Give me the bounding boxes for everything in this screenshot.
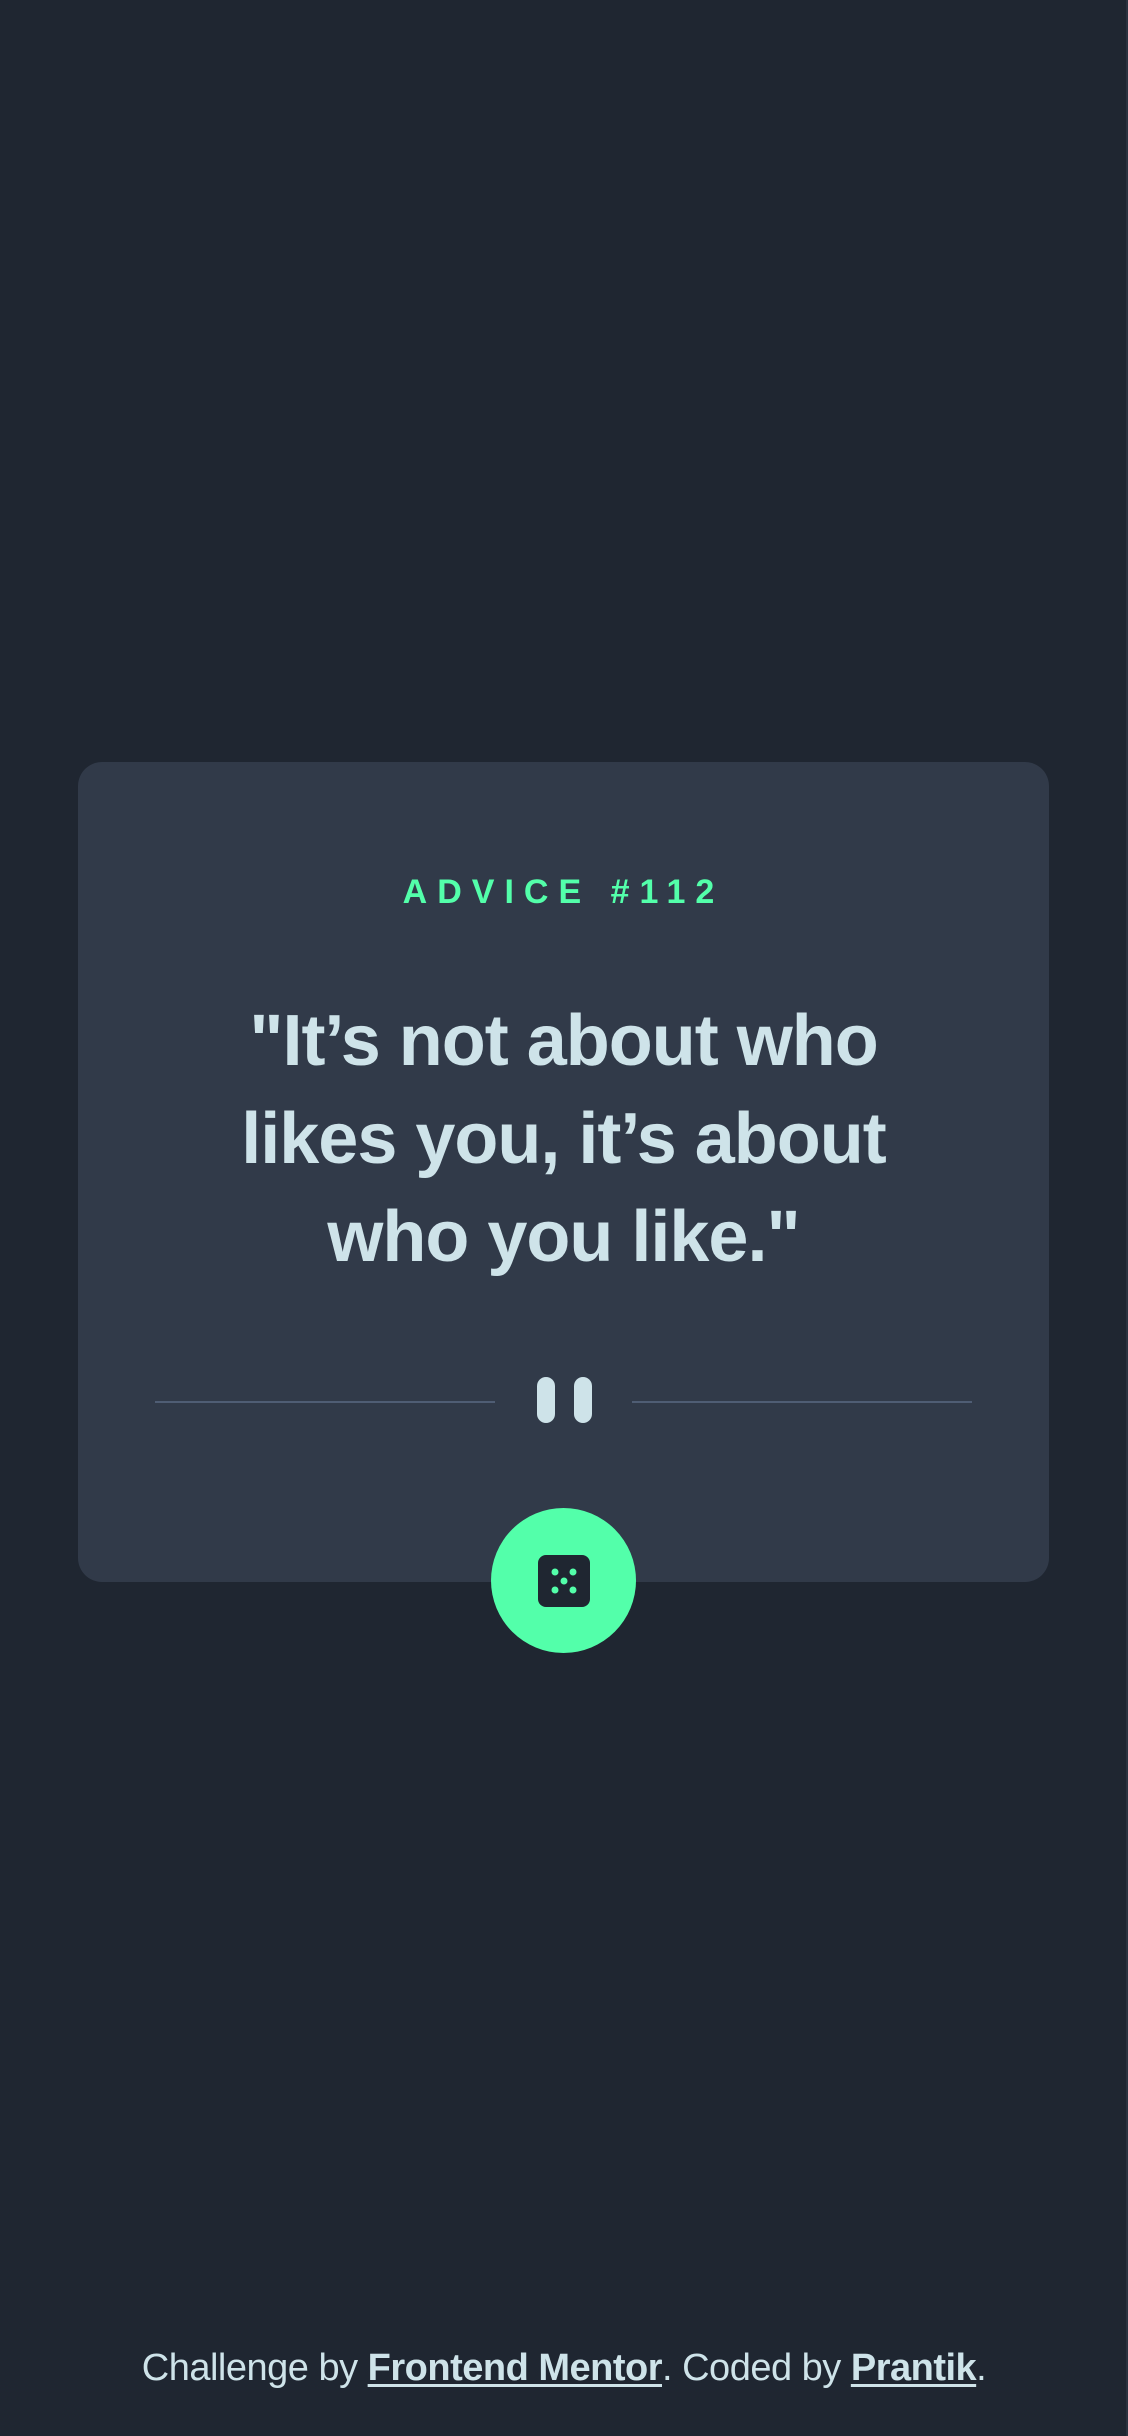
frontend-mentor-link[interactable]: Frontend Mentor bbox=[368, 2347, 663, 2389]
attribution-prefix: Challenge by bbox=[141, 2347, 368, 2389]
author-link[interactable]: Prantik bbox=[851, 2347, 977, 2389]
advice-id-label: ADVICE #112 bbox=[402, 873, 725, 911]
pause-icon bbox=[537, 1377, 592, 1423]
attribution: Challenge by Frontend Mentor. Coded by P… bbox=[0, 2344, 1128, 2392]
divider-line-left bbox=[155, 1401, 495, 1403]
advice-card: ADVICE #112 "It’s not about who likes yo… bbox=[78, 762, 1049, 1582]
divider bbox=[155, 1377, 972, 1427]
divider-line-right bbox=[632, 1401, 972, 1403]
attribution-middle: . Coded by bbox=[662, 2347, 851, 2389]
advice-quote: "It’s not about who likes you, it’s abou… bbox=[241, 1001, 886, 1277]
dice-icon bbox=[537, 1554, 590, 1607]
attribution-suffix: . bbox=[976, 2347, 987, 2389]
new-advice-button[interactable] bbox=[491, 1508, 636, 1653]
